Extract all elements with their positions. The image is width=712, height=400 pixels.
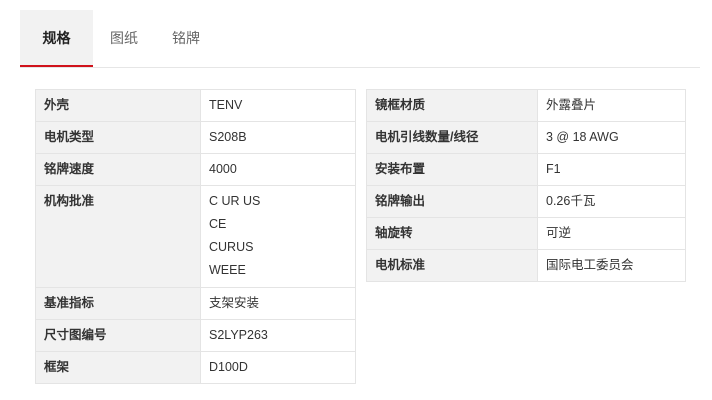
spec-row: 框架 D100D: [35, 351, 356, 384]
spec-value-cell: S2LYP263: [200, 319, 356, 352]
spec-row: 电机类型 S208B: [35, 121, 356, 154]
spec-value-cell: C UR US CE CURUS WEEE: [200, 185, 356, 288]
tab-bar: 规格 图纸 铭牌: [20, 10, 700, 68]
spec-key: 外壳: [35, 89, 201, 122]
spec-key: 铭牌输出: [366, 185, 538, 218]
spec-value-cell: 0.26千瓦: [537, 185, 686, 218]
spec-row: 电机引线数量/线径 3 @ 18 AWG: [366, 121, 686, 154]
spec-value: WEEE: [209, 263, 246, 277]
spec-key: 镜框材质: [366, 89, 538, 122]
spec-row: 外壳 TENV: [35, 89, 356, 122]
spec-key: 机构批准: [35, 185, 201, 288]
spec-row: 基准指标 支架安装: [35, 287, 356, 320]
spec-key: 框架: [35, 351, 201, 384]
spec-value-cell: D100D: [200, 351, 356, 384]
spec-key: 电机类型: [35, 121, 201, 154]
spec-row: 尺寸图编号 S2LYP263: [35, 319, 356, 352]
spec-row: 机构批准 C UR US CE CURUS WEEE: [35, 185, 356, 288]
tab-nameplate[interactable]: 铭牌: [155, 10, 217, 66]
spec-value: CE: [209, 217, 227, 231]
tab-drawings[interactable]: 图纸: [93, 10, 155, 66]
spec-row: 电机标准 国际电工委员会: [366, 249, 686, 282]
spec-value-cell: TENV: [200, 89, 356, 122]
spec-value-cell: S208B: [200, 121, 356, 154]
spec-key: 电机引线数量/线径: [366, 121, 538, 154]
spec-row: 镜框材质 外露叠片: [366, 89, 686, 122]
spec-value-cell: 国际电工委员会: [537, 249, 686, 282]
spec-value-cell: 可逆: [537, 217, 686, 250]
spec-key: 轴旋转: [366, 217, 538, 250]
spec-key: 基准指标: [35, 287, 201, 320]
spec-row: 轴旋转 可逆: [366, 217, 686, 250]
spec-row: 安装布置 F1: [366, 153, 686, 186]
spec-value: CURUS: [209, 240, 254, 254]
spec-value: C UR US: [209, 194, 261, 208]
spec-key: 电机标准: [366, 249, 538, 282]
spec-value-cell: 3 @ 18 AWG: [537, 121, 686, 154]
spec-value-cell: 外露叠片: [537, 89, 686, 122]
spec-table-left: 外壳 TENV 电机类型 S208B 铭牌速度 4000 机构批准 C UR US CE CURU…: [35, 89, 356, 384]
spec-value-cell: 4000: [200, 153, 356, 186]
tab-specifications[interactable]: 规格: [20, 10, 93, 67]
spec-value-cell: 支架安装: [200, 287, 356, 320]
spec-row: 铭牌输出 0.26千瓦: [366, 185, 686, 218]
spec-key: 铭牌速度: [35, 153, 201, 186]
spec-key: 尺寸图编号: [35, 319, 201, 352]
spec-key: 安装布置: [366, 153, 538, 186]
spec-table-right: 镜框材质 外露叠片 电机引线数量/线径 3 @ 18 AWG 安装布置 F1 铭牌输出 0.2…: [366, 89, 686, 282]
spec-value-cell: F1: [537, 153, 686, 186]
spec-row: 铭牌速度 4000: [35, 153, 356, 186]
